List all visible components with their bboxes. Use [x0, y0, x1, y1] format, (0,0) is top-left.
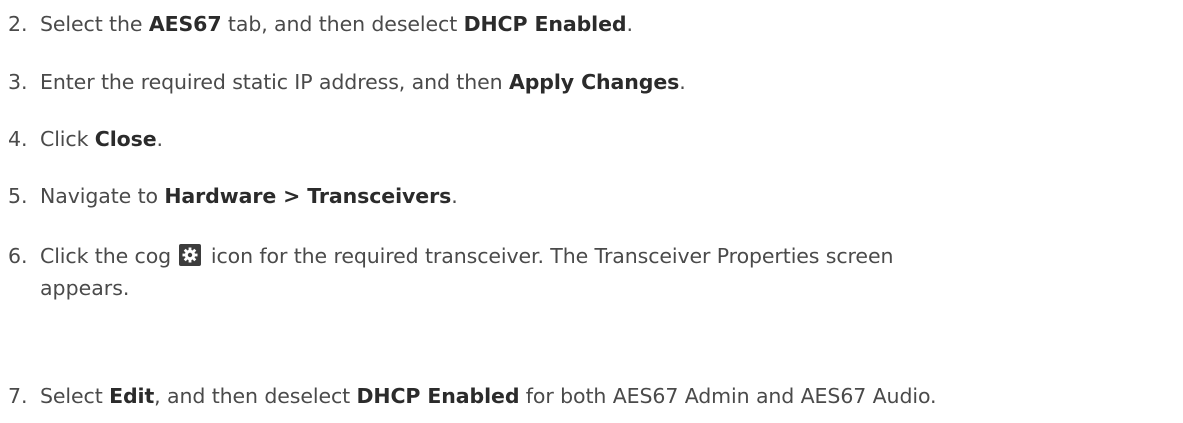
step-text: . [626, 12, 633, 36]
step-text: Click the cog [40, 244, 172, 268]
step-number: 6. [8, 244, 28, 268]
step-text: , and then deselect [154, 384, 357, 408]
ui-term-close: Close [94, 127, 157, 151]
step-text: . [679, 70, 686, 94]
step-3: 3. Enter the required static IP address, … [8, 66, 1183, 98]
step-number: 5. [8, 184, 28, 208]
step-text: Select [40, 384, 110, 408]
step-7: 7. Select Edit, and then deselect DHCP En… [8, 380, 1183, 412]
ui-term-hardware-transceivers: Hardware > Transceivers [164, 184, 452, 208]
cog-icon [179, 244, 202, 266]
ui-term-aes67-tab: AES67 [148, 12, 222, 36]
step-text: Enter the required static IP address, an… [40, 70, 509, 94]
ui-term-dhcp-enabled: DHCP Enabled [356, 384, 520, 408]
step-text: tab, and then deselect [221, 12, 464, 36]
ui-term-dhcp-enabled: DHCP Enabled [463, 12, 627, 36]
step-4: 4. Click Close. [8, 123, 1183, 155]
step-text: . [451, 184, 458, 208]
step-text: icon for the required transceiver. The T… [210, 244, 894, 268]
step-text: for both AES67 Admin and AES67 Audio. [519, 384, 937, 408]
step-number: 7. [8, 384, 28, 408]
step-text: Navigate to [40, 184, 165, 208]
step-text: Click [40, 127, 95, 151]
step-2: 2. Select the AES67 tab, and then deselec… [8, 8, 1183, 40]
step-5: 5. Navigate to Hardware > Transceivers. [8, 180, 1183, 212]
step-number: 4. [8, 127, 28, 151]
step-6: 6. Click the cog icon for the required tr… [8, 240, 1183, 272]
instruction-list: 2. Select the AES67 tab, and then deselec… [0, 0, 1183, 423]
step-text: Select the [40, 12, 149, 36]
step-6-continuation: appears. [40, 276, 130, 300]
step-number: 3. [8, 70, 28, 94]
ui-term-apply-changes: Apply Changes [508, 70, 680, 94]
ui-term-edit: Edit [109, 384, 155, 408]
step-number: 2. [8, 12, 28, 36]
step-text: . [156, 127, 164, 151]
